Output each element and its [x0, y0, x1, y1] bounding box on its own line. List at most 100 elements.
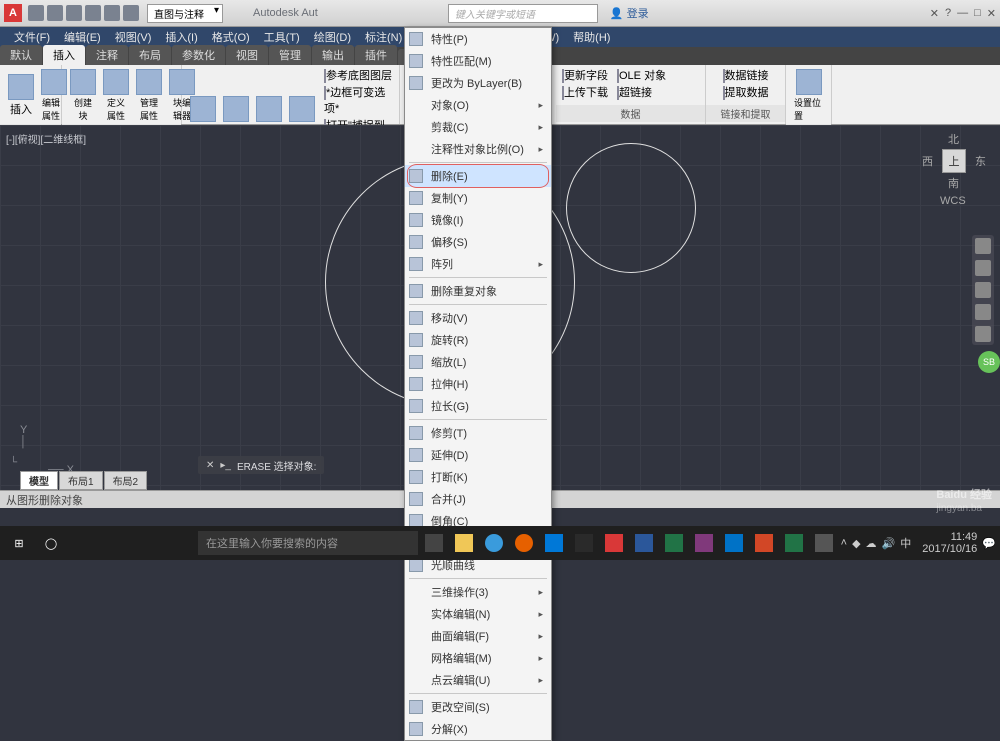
app-icon[interactable] — [810, 529, 838, 557]
tray-arrow-icon[interactable]: ˄ — [841, 537, 847, 549]
menu-item[interactable]: 特性匹配(M) — [405, 50, 551, 72]
print-icon[interactable] — [85, 5, 101, 21]
taskview-icon[interactable] — [420, 529, 448, 557]
menu-item[interactable]: 曲面编辑(F) — [405, 625, 551, 647]
ribbon-tab[interactable]: 参数化 — [172, 45, 225, 65]
ribbon-button[interactable]: 上传下载 — [562, 84, 608, 100]
menu-item[interactable]: 镜像(I) — [405, 209, 551, 231]
ribbon-button[interactable]: 更新字段 — [562, 67, 608, 83]
menu-item[interactable]: 三维操作(3) — [405, 581, 551, 603]
menu-item[interactable]: 删除重复对象 — [405, 280, 551, 302]
layout-tab[interactable]: 布局1 — [59, 471, 103, 490]
powerpoint-icon[interactable] — [750, 529, 778, 557]
word-icon[interactable] — [630, 529, 658, 557]
workspace-dropdown[interactable]: 直图与注释 — [147, 4, 223, 23]
command-line[interactable]: ✕ ▸_ ERASE 选择对象: — [198, 456, 324, 474]
wheel-icon[interactable] — [975, 238, 991, 254]
ribbon-tab[interactable]: 管理 — [269, 45, 311, 65]
cortana-icon[interactable]: ◯ — [36, 529, 66, 557]
help-search-input[interactable]: 键入关键字或短语 — [448, 4, 598, 23]
close-icon[interactable]: ✕ — [987, 7, 996, 20]
menu-item[interactable]: 实体编辑(N) — [405, 603, 551, 625]
menu-item[interactable]: 插入(I) — [159, 27, 203, 47]
ribbon-button[interactable]: 数据链接 — [723, 67, 769, 83]
menu-item[interactable]: 工具(T) — [258, 27, 306, 47]
layout-tab[interactable]: 模型 — [20, 471, 58, 490]
excel2-icon[interactable] — [780, 529, 808, 557]
menu-item[interactable]: 点云编辑(U) — [405, 669, 551, 691]
orbit-icon[interactable] — [975, 304, 991, 320]
menu-item[interactable]: 修剪(T) — [405, 422, 551, 444]
redo-icon[interactable] — [123, 5, 139, 21]
notifications-icon[interactable]: 💬 — [982, 537, 996, 550]
menu-item[interactable]: 更改为 ByLayer(B) — [405, 72, 551, 94]
new-icon[interactable] — [28, 5, 44, 21]
layout-tab[interactable]: 布局2 — [104, 471, 148, 490]
ribbon-button[interactable]: 创建块 — [68, 67, 98, 124]
excel-icon[interactable] — [660, 529, 688, 557]
start-button[interactable]: ⊞ — [4, 529, 34, 557]
menu-item[interactable]: 移动(V) — [405, 307, 551, 329]
outlook-icon[interactable] — [720, 529, 748, 557]
tray-ime-icon[interactable]: 中 — [900, 535, 911, 551]
menu-item[interactable]: 剪裁(C) — [405, 116, 551, 138]
ribbon-button[interactable]: 超链接 — [617, 84, 666, 100]
drawing-canvas[interactable]: [-][俯视][二维线框] Y│ ── X └ 北 西 东 南 上 WCS SB… — [0, 125, 1000, 508]
circle-object[interactable] — [566, 143, 696, 273]
signin-link[interactable]: 👤 登录 — [610, 5, 649, 21]
clock[interactable]: 11:492017/10/16 — [922, 531, 977, 555]
ribbon-tab[interactable]: 布局 — [129, 45, 171, 65]
menu-item[interactable]: 编辑(E) — [58, 27, 107, 47]
ribbon-tab[interactable]: 视图 — [226, 45, 268, 65]
menu-item[interactable]: 拉伸(H) — [405, 373, 551, 395]
viewport-label[interactable]: [-][俯视][二维线框] — [6, 131, 86, 146]
insert-button[interactable]: 插入 — [6, 72, 36, 119]
menu-item[interactable]: 旋转(R) — [405, 329, 551, 351]
help-icon[interactable]: ? — [945, 7, 951, 20]
ribbon-button[interactable]: 管理属性 — [134, 67, 164, 124]
undo-icon[interactable] — [104, 5, 120, 21]
maximize-icon[interactable]: □ — [974, 7, 981, 20]
close-cmd-icon[interactable]: ✕ — [206, 460, 214, 471]
menu-item[interactable]: 对象(O) — [405, 94, 551, 116]
menu-item[interactable]: 格式(O) — [206, 27, 256, 47]
onenote-icon[interactable] — [690, 529, 718, 557]
menu-item[interactable]: 偏移(S) — [405, 231, 551, 253]
app-logo[interactable]: A — [4, 4, 22, 22]
tray-icon[interactable]: 🔊 — [882, 537, 896, 550]
firefox-icon[interactable] — [510, 529, 538, 557]
tray-icon[interactable]: ◆ — [852, 537, 860, 550]
ribbon-button[interactable]: *边框可变选项* — [324, 84, 393, 116]
menu-item[interactable]: 删除(E) — [405, 165, 551, 187]
save-icon[interactable] — [66, 5, 82, 21]
menu-item[interactable]: 缩放(L) — [405, 351, 551, 373]
ribbon-tab[interactable]: 默认 — [0, 45, 42, 65]
viewcube-top[interactable]: 上 — [942, 149, 966, 173]
menu-item[interactable]: 打断(K) — [405, 466, 551, 488]
sb-badge[interactable]: SB — [978, 351, 1000, 373]
explorer-icon[interactable] — [450, 529, 478, 557]
edge-icon[interactable] — [540, 529, 568, 557]
view-cube[interactable]: 北 西 东 南 上 WCS — [926, 133, 982, 189]
menu-item[interactable]: 拉长(G) — [405, 395, 551, 417]
menu-item[interactable]: 特性(P) — [405, 28, 551, 50]
ribbon-tab[interactable]: 插件 — [355, 45, 397, 65]
ribbon-button[interactable]: 提取数据 — [723, 84, 769, 100]
menu-item[interactable]: 网格编辑(M) — [405, 647, 551, 669]
ribbon-button[interactable]: OLE 对象 — [617, 67, 666, 83]
tray-icon[interactable]: ☁ — [866, 537, 877, 550]
ie-icon[interactable] — [480, 529, 508, 557]
open-icon[interactable] — [47, 5, 63, 21]
location-button[interactable]: 设置位置 — [792, 67, 825, 124]
menu-item[interactable]: 注释性对象比例(O) — [405, 138, 551, 160]
menu-item[interactable]: 标注(N) — [359, 27, 408, 47]
menu-item[interactable]: 阵列 — [405, 253, 551, 275]
menu-item[interactable]: 帮助(H) — [567, 27, 616, 47]
ribbon-tab[interactable]: 输出 — [312, 45, 354, 65]
menu-item[interactable]: 合并(J) — [405, 488, 551, 510]
ribbon-button[interactable]: 定义属性 — [101, 67, 131, 124]
ribbon-tab[interactable]: 注释 — [86, 45, 128, 65]
exchange-icon[interactable]: ✕ — [930, 7, 939, 20]
store-icon[interactable] — [570, 529, 598, 557]
menu-item[interactable]: 复制(Y) — [405, 187, 551, 209]
